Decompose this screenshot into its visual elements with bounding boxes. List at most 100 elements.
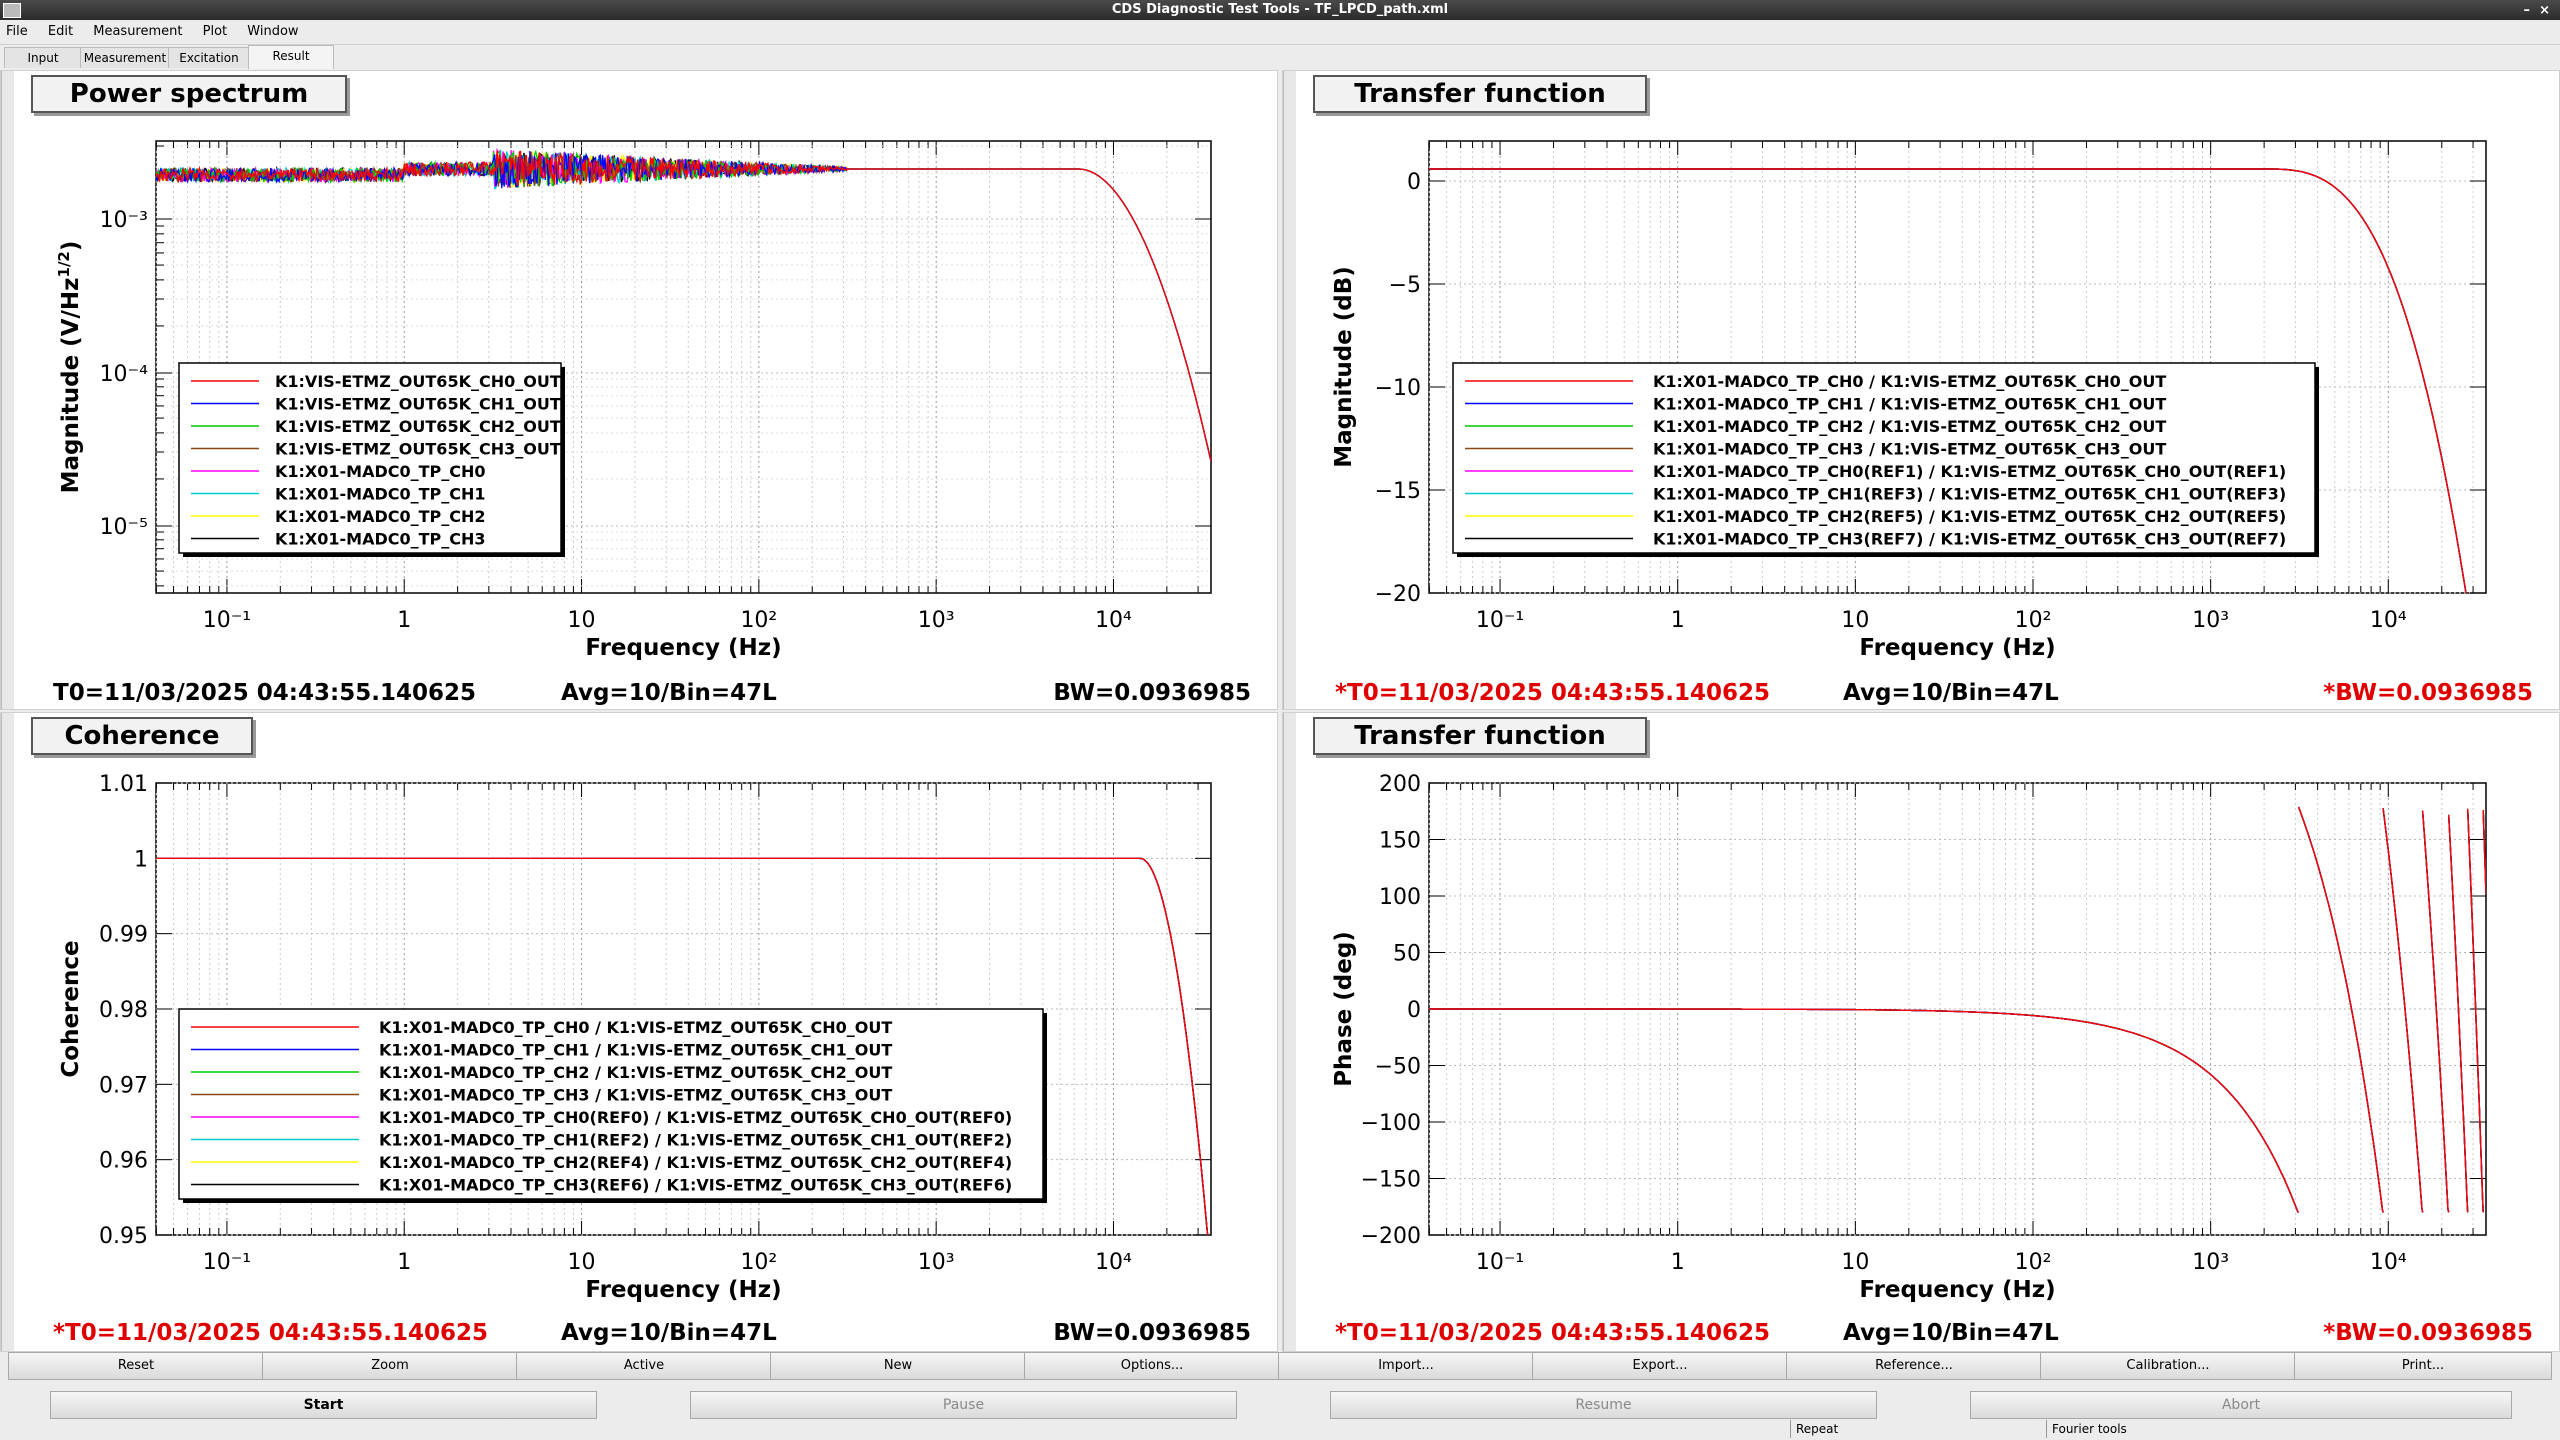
plot-canvas[interactable]: 10⁻¹ 1 10 10² 10³ 10⁴ Frequency (Hz) 200 150 100 5… — [1283, 713, 2559, 1351]
tab-measurement[interactable]: Measurement — [80, 47, 170, 68]
legend-entry: K1:X01-MADC0_TP_CH2(REF5) / K1:VIS-ETMZ_… — [1653, 507, 2286, 526]
y-tick-label: −100 — [1361, 1111, 1421, 1136]
y-tick-label: 1 — [134, 847, 148, 872]
bandwidth-label: *BW=0.0936985 — [2323, 680, 2533, 706]
window-menu-icon[interactable] — [3, 3, 21, 18]
start-time-label: *T0=11/03/2025 04:43:55.140625 — [53, 1320, 489, 1346]
average-label: Avg=10/Bin=47L — [561, 680, 777, 706]
y-tick-label: 0.96 — [99, 1149, 148, 1174]
y-tick-label: −50 — [1375, 1055, 1421, 1080]
resume-button[interactable]: Resume — [1330, 1391, 1877, 1419]
pause-button[interactable]: Pause — [690, 1391, 1237, 1419]
y-tick-label: 0.98 — [99, 998, 148, 1023]
plot-control-bar: Reset Zoom Active New Options... Import.… — [0, 1352, 2560, 1380]
x-tick-label: 1 — [397, 1250, 411, 1275]
legend-entry: K1:X01-MADC0_TP_CH1 — [275, 485, 486, 504]
legend-entry: K1:X01-MADC0_TP_CH3 / K1:VIS-ETMZ_OUT65K… — [1653, 440, 2166, 459]
plot-panel-2[interactable]: 10⁻¹ 1 10 10² 10³ 10⁴ Frequency (Hz) 0 −5 −10 −15 −… — [1282, 70, 2560, 710]
x-tick-label: 10⁴ — [2370, 608, 2407, 633]
reset-button[interactable]: Reset — [8, 1352, 264, 1380]
active-button[interactable]: Active — [516, 1352, 772, 1380]
x-tick-label: 10 — [1841, 608, 1869, 633]
close-icon[interactable]: × — [2539, 1, 2550, 21]
average-label: Avg=10/Bin=47L — [1843, 680, 2059, 706]
y-axis-label: Magnitude (dB) — [1331, 266, 1357, 468]
y-tick-label: 0 — [1407, 170, 1421, 195]
x-tick-label: 1 — [397, 608, 411, 633]
measurement-control-bar: Start Pause Resume Abort — [0, 1391, 2560, 1419]
options-button[interactable]: Options... — [1024, 1352, 1280, 1380]
y-tick-label: 10⁻³ — [100, 208, 148, 233]
legend-entry: K1:X01-MADC0_TP_CH0 — [275, 462, 486, 481]
y-tick-label: −5 — [1389, 273, 1421, 298]
plot-panel-3[interactable]: 10⁻¹ 1 10 10² 10³ 10⁴ Frequency (Hz) 1.01 1 0.99 0… — [0, 712, 1278, 1352]
y-tick-label: 10⁻⁴ — [100, 362, 149, 387]
y-tick-label: 10⁻⁵ — [100, 515, 148, 540]
x-tick-label: 10⁻¹ — [203, 608, 251, 633]
y-tick-label: 0.97 — [99, 1073, 148, 1098]
x-axis-label: Frequency (Hz) — [1859, 1277, 2055, 1303]
status-bar: Repeat Fourier tools — [0, 1418, 2560, 1440]
new-button[interactable]: New — [770, 1352, 1026, 1380]
x-tick-label: 10⁻¹ — [1476, 1250, 1524, 1275]
menu-window[interactable]: Window — [247, 24, 298, 39]
x-tick-label: 10³ — [918, 608, 955, 633]
x-tick-label: 10² — [2015, 1250, 2052, 1275]
legend-entry: K1:X01-MADC0_TP_CH0 / K1:VIS-ETMZ_OUT65K… — [379, 1018, 892, 1037]
plot-panel-1[interactable]: 10⁻¹ 1 10 10² 10³ 10⁴ Frequency (Hz) 10⁻³ 10⁻⁴ 10… — [0, 70, 1278, 710]
plot-canvas[interactable]: 10⁻¹ 1 10 10² 10³ 10⁴ Frequency (Hz) 0 −5 −10 −15 −… — [1283, 71, 2559, 709]
average-label: Avg=10/Bin=47L — [561, 1320, 777, 1346]
start-button[interactable]: Start — [50, 1391, 597, 1419]
bandwidth-label: BW=0.0936985 — [1053, 1320, 1251, 1346]
reference-button[interactable]: Reference... — [1786, 1352, 2042, 1380]
y-tick-label: 0.95 — [99, 1224, 148, 1249]
legend-entry: K1:X01-MADC0_TP_CH2 / K1:VIS-ETMZ_OUT65K… — [379, 1063, 892, 1082]
legend-entry: K1:X01-MADC0_TP_CH3 — [275, 530, 486, 549]
y-tick-label: −20 — [1375, 582, 1421, 607]
tab-result[interactable]: Result — [248, 45, 334, 69]
tab-input[interactable]: Input — [4, 47, 82, 68]
print-button[interactable]: Print... — [2294, 1352, 2552, 1380]
y-tick-label: 0 — [1407, 998, 1421, 1023]
panel-title: Coherence — [31, 717, 253, 755]
x-tick-label: 10 — [568, 608, 596, 633]
legend-entry: K1:X01-MADC0_TP_CH2 — [275, 507, 486, 526]
x-tick-label: 10² — [740, 1250, 777, 1275]
legend-entry: K1:X01-MADC0_TP_CH1(REF3) / K1:VIS-ETMZ_… — [1653, 485, 2286, 504]
export-button[interactable]: Export... — [1532, 1352, 1788, 1380]
menu-plot[interactable]: Plot — [203, 24, 228, 39]
menu-measurement[interactable]: Measurement — [93, 24, 182, 39]
x-axis-label: Frequency (Hz) — [585, 1277, 781, 1303]
menu-edit[interactable]: Edit — [48, 24, 73, 39]
x-tick-label: 10⁴ — [1095, 1250, 1132, 1275]
y-tick-label: −15 — [1375, 479, 1421, 504]
minimize-icon[interactable]: – — [2524, 1, 2531, 21]
calibration-button[interactable]: Calibration... — [2040, 1352, 2296, 1380]
import-button[interactable]: Import... — [1278, 1352, 1534, 1380]
x-axis-label: Frequency (Hz) — [585, 635, 781, 661]
y-tick-label: 0.99 — [99, 923, 148, 948]
y-axis-label: Phase (deg) — [1331, 931, 1357, 1087]
legend-entry: K1:X01-MADC0_TP_CH2 / K1:VIS-ETMZ_OUT65K… — [1653, 417, 2166, 436]
zoom-button[interactable]: Zoom — [262, 1352, 518, 1380]
legend-entry: K1:X01-MADC0_TP_CH3 / K1:VIS-ETMZ_OUT65K… — [379, 1086, 892, 1105]
legend-entry: K1:VIS-ETMZ_OUT65K_CH2_OUT — [275, 417, 561, 436]
menu-file[interactable]: File — [6, 24, 28, 39]
x-tick-label: 1 — [1671, 608, 1685, 633]
plot-panel-4[interactable]: 10⁻¹ 1 10 10² 10³ 10⁴ Frequency (Hz) 200 150 100 5… — [1282, 712, 2560, 1352]
plot-canvas[interactable]: 10⁻¹ 1 10 10² 10³ 10⁴ Frequency (Hz) 10⁻³ 10⁻⁴ 10… — [1, 71, 1277, 709]
tab-excitation[interactable]: Excitation — [168, 47, 250, 68]
status-fourier-tools: Fourier tools — [2052, 1422, 2127, 1436]
y-axis-label: Magnitude (V/Hz1/2) — [55, 241, 84, 494]
legend-entry: K1:X01-MADC0_TP_CH1(REF2) / K1:VIS-ETMZ_… — [379, 1131, 1012, 1150]
panel-title: Transfer function — [1313, 717, 1647, 755]
legend-entry: K1:X01-MADC0_TP_CH0 / K1:VIS-ETMZ_OUT65K… — [1653, 372, 2166, 391]
panel-title: Transfer function — [1313, 75, 1647, 113]
menu-bar: File Edit Measurement Plot Window — [0, 20, 2560, 45]
average-label: Avg=10/Bin=47L — [1843, 1320, 2059, 1346]
plot-canvas[interactable]: 10⁻¹ 1 10 10² 10³ 10⁴ Frequency (Hz) 1.01 1 0.99 0… — [1, 713, 1277, 1351]
abort-button[interactable]: Abort — [1970, 1391, 2512, 1419]
x-tick-label: 10⁴ — [1095, 608, 1132, 633]
legend-entry: K1:X01-MADC0_TP_CH1 / K1:VIS-ETMZ_OUT65K… — [1653, 395, 2166, 414]
y-tick-label: −150 — [1361, 1168, 1421, 1193]
